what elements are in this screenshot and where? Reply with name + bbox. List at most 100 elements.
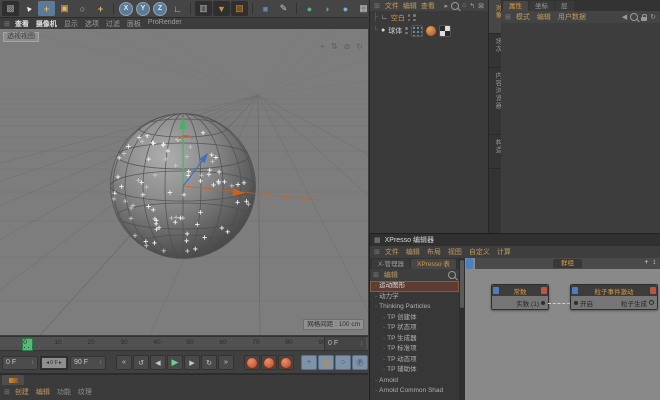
- record-scale-toggle[interactable]: ▣: [318, 355, 334, 370]
- step-back-button[interactable]: ◀: [150, 355, 166, 370]
- menu-item-1[interactable]: 编辑: [537, 12, 551, 22]
- play-reverse-button[interactable]: ↺: [133, 355, 149, 370]
- tree-item[interactable]: -TP 创建体: [370, 313, 459, 324]
- loop-mode-button[interactable]: ↻: [201, 355, 217, 370]
- search-icon[interactable]: [448, 271, 456, 279]
- node-connection[interactable]: [548, 303, 570, 304]
- record-position-toggle[interactable]: +: [301, 355, 317, 370]
- zoom-camera-icon[interactable]: ⊘: [344, 42, 351, 51]
- node-input-corner[interactable]: [493, 287, 499, 294]
- tree-item[interactable]: -Arnold: [370, 376, 459, 387]
- fit-group-icon[interactable]: ↕: [653, 259, 657, 266]
- tab-1[interactable]: XPresso 表: [411, 259, 456, 269]
- tree-item[interactable]: -TP 标准项: [370, 344, 459, 355]
- panel-grip-icon[interactable]: ⊞: [373, 271, 379, 279]
- search-icon[interactable]: [630, 13, 638, 21]
- tree-item[interactable]: -TP 辅助体: [370, 365, 459, 376]
- scale-tool-icon[interactable]: ▣: [56, 1, 73, 16]
- tab-0[interactable]: 属性: [503, 1, 528, 11]
- path-bar-icon[interactable]: ⊠: [478, 2, 484, 10]
- record-rotation-toggle[interactable]: ○: [335, 355, 351, 370]
- history-icon[interactable]: ↻: [650, 13, 656, 21]
- node-input-corner[interactable]: [572, 287, 578, 294]
- menu-item-5[interactable]: 计算: [497, 247, 511, 257]
- home-icon[interactable]: ⌂: [462, 2, 466, 9]
- simulate-menu-button[interactable]: ◗: [319, 1, 336, 16]
- tab-1[interactable]: 坐标: [529, 1, 554, 11]
- menu-item-0[interactable]: 文件: [385, 1, 399, 11]
- menu-item-0[interactable]: 创建: [15, 387, 29, 397]
- object-name[interactable]: 球体: [388, 26, 402, 36]
- coordinate-system-button[interactable]: ∟: [169, 1, 186, 16]
- panel-grip-icon[interactable]: ⊞: [4, 388, 10, 396]
- menu-item-0[interactable]: 文件: [385, 247, 399, 257]
- visibility-dots[interactable]: [405, 27, 408, 34]
- input-port[interactable]: [574, 301, 578, 305]
- tab-0[interactable]: X-管理器: [372, 259, 410, 269]
- goto-start-button[interactable]: «: [116, 355, 132, 370]
- render-dots[interactable]: [413, 14, 416, 21]
- last-tool-icon[interactable]: +: [92, 1, 109, 16]
- menu-item-2[interactable]: 查看: [421, 1, 435, 11]
- menu-item-3[interactable]: 纹理: [78, 387, 92, 397]
- output-port[interactable]: [649, 300, 654, 305]
- menu-item-2[interactable]: 显示: [64, 19, 78, 29]
- parent-up-icon[interactable]: ↰: [469, 2, 475, 10]
- node-output-corner[interactable]: [541, 287, 547, 294]
- pan-camera-icon[interactable]: +: [320, 42, 325, 51]
- snap-tool-icon[interactable]: ▩: [2, 1, 19, 16]
- menu-item-2[interactable]: 布局: [427, 247, 441, 257]
- render-view-button[interactable]: ▥: [195, 1, 212, 16]
- selection-cursor-icon[interactable]: ▲: [17, 0, 40, 20]
- materials-tab[interactable]: [2, 375, 24, 385]
- pen-tool-button[interactable]: ✎: [275, 1, 292, 16]
- keyframe-options-button[interactable]: [278, 355, 294, 370]
- menu-item-3[interactable]: 视图: [448, 247, 462, 257]
- panel-grip-icon[interactable]: ⊞: [374, 248, 380, 256]
- lock-icon[interactable]: [641, 17, 647, 21]
- xpresso-titlebar[interactable]: ▦ XPresso 编辑器: [370, 234, 660, 246]
- menu-item-2[interactable]: 功能: [57, 387, 71, 397]
- menu-item-0[interactable]: 查看: [15, 19, 29, 29]
- object-name[interactable]: 空白: [391, 13, 405, 23]
- xpresso-tag-icon[interactable]: [411, 25, 423, 37]
- group-header[interactable]: 群组: [475, 258, 660, 269]
- viewport-label[interactable]: 透视视图: [3, 32, 39, 42]
- perspective-viewport[interactable]: 透视视图 +⇅⊘↻ 网格间距 : 100 cm: [0, 29, 368, 335]
- step-forward-button[interactable]: ▶: [184, 355, 200, 370]
- shader-menu-button[interactable]: ●: [337, 1, 354, 16]
- node-canvas[interactable]: 群组 +↕ 常数 实数 (1): [465, 258, 660, 400]
- tree-item[interactable]: -TP 生成器: [370, 334, 459, 345]
- texture-tag-icon[interactable]: [426, 26, 436, 36]
- menu-item-0[interactable]: 模式: [516, 12, 530, 22]
- tab-2[interactable]: 层: [555, 1, 574, 11]
- constant-node[interactable]: 常数 实数 (1): [491, 284, 549, 310]
- goto-end-button[interactable]: »: [218, 355, 234, 370]
- render-settings-button[interactable]: ▧: [231, 1, 248, 16]
- x-axis-lock-button[interactable]: X: [119, 2, 133, 16]
- menu-item-1[interactable]: 编辑: [406, 247, 420, 257]
- menu-item-1[interactable]: 编辑: [403, 1, 417, 11]
- panel-grip-icon[interactable]: ⊞: [505, 13, 511, 21]
- menu-item-4[interactable]: 过滤: [106, 19, 120, 29]
- selection-tag-icon[interactable]: [439, 25, 451, 37]
- tree-item[interactable]: -Arnold Common Shad: [370, 386, 459, 397]
- tree-item[interactable]: -Thinking Particles: [370, 302, 459, 313]
- end-frame-field[interactable]: 90 F↕: [70, 356, 106, 370]
- tree-item[interactable]: -TP 动态项: [370, 355, 459, 366]
- object-row-sphere[interactable]: └ ● 球体: [370, 24, 488, 37]
- menu-item-4[interactable]: 自定义: [469, 247, 490, 257]
- start-frame-field[interactable]: 0 F↕: [2, 356, 38, 370]
- record-keyframe-button[interactable]: [244, 355, 260, 370]
- current-frame-field[interactable]: 0 F↕: [324, 337, 366, 350]
- node-output-corner[interactable]: [650, 287, 656, 294]
- tree-item[interactable]: -运动图形: [370, 281, 459, 292]
- panel-grip-icon[interactable]: ⊞: [374, 2, 380, 10]
- render-menu-button[interactable]: ▼: [213, 1, 230, 16]
- visibility-dots[interactable]: [408, 14, 411, 21]
- menu-item-1[interactable]: 编辑: [36, 387, 50, 397]
- autokeying-button[interactable]: [261, 355, 277, 370]
- object-row-null[interactable]: ├ ∟ 空白: [370, 11, 488, 24]
- tree-item[interactable]: -TP 状态项: [370, 323, 459, 334]
- overflow-icon[interactable]: ▸: [445, 2, 449, 10]
